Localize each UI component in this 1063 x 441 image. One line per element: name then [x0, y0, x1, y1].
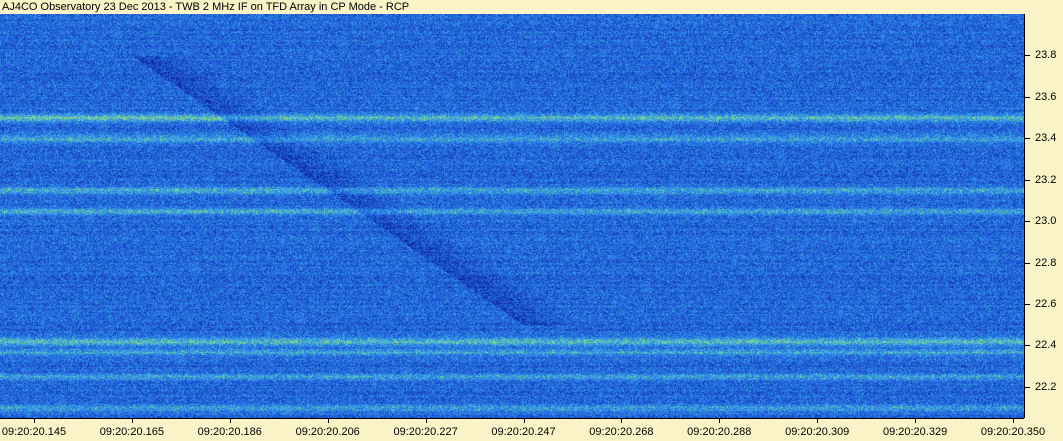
y-tick	[1025, 179, 1030, 181]
x-tick	[229, 419, 231, 423]
x-tick-label: 09:20:20.227	[393, 426, 458, 438]
y-tick	[1025, 386, 1030, 388]
x-tick-label: 09:20:20.247	[491, 426, 556, 438]
x-tick-label: 09:20:20.186	[197, 426, 262, 438]
chart-title: AJ4CO Observatory 23 Dec 2013 - TWB 2 MH…	[2, 1, 410, 13]
y-tick-label: 22.6	[1035, 298, 1057, 311]
x-tick-label: 09:20:20.329	[882, 426, 948, 438]
x-axis: 09:20:20.145 09:20:20.165 09:20:20.186 09:2…	[0, 418, 1045, 441]
y-tick	[1025, 138, 1030, 140]
y-tick	[1025, 345, 1030, 347]
x-tick-label: 09:20:20.309	[785, 426, 850, 438]
y-tick-label: 23.2	[1035, 173, 1057, 186]
x-tick	[621, 419, 623, 423]
y-tick	[1025, 221, 1030, 223]
x-tick-label: 09:20:20.145	[1, 426, 67, 438]
y-tick-label: 22.2	[1035, 380, 1057, 393]
x-tick	[327, 419, 329, 423]
x-tick-label: 09:20:20.268	[589, 426, 654, 438]
spectrogram-area[interactable]	[0, 14, 1024, 418]
y-tick-label: 22.4	[1035, 339, 1057, 352]
y-tick-label: 23.4	[1035, 132, 1057, 145]
x-tick-label: 09:20:20.165	[99, 426, 165, 438]
x-tick	[34, 419, 35, 423]
y-axis: 22.2 22.4 22.6 22.8 23.0 23.2 23.4 23.6 23.8	[1024, 14, 1063, 418]
x-tick-label: 09:20:20.288	[687, 426, 752, 438]
y-tick	[1025, 304, 1030, 306]
spectrogram-canvas	[0, 14, 1024, 418]
y-tick-label: 22.8	[1035, 256, 1057, 269]
y-tick	[1025, 262, 1030, 264]
x-tick	[1013, 419, 1014, 423]
x-tick	[131, 419, 133, 423]
y-tick	[1025, 55, 1030, 57]
y-tick	[1025, 96, 1030, 98]
x-tick-label: 09:20:20.206	[295, 426, 360, 438]
x-tick	[817, 419, 819, 423]
y-tick-label: 23.8	[1035, 49, 1057, 62]
y-tick-label: 23.6	[1035, 90, 1057, 103]
x-tick	[719, 419, 721, 423]
x-tick	[915, 419, 917, 423]
x-tick	[523, 419, 525, 423]
y-tick-label: 23.0	[1035, 215, 1057, 228]
x-tick	[425, 419, 427, 423]
x-tick-label: 09:20:20.350	[980, 426, 1046, 438]
